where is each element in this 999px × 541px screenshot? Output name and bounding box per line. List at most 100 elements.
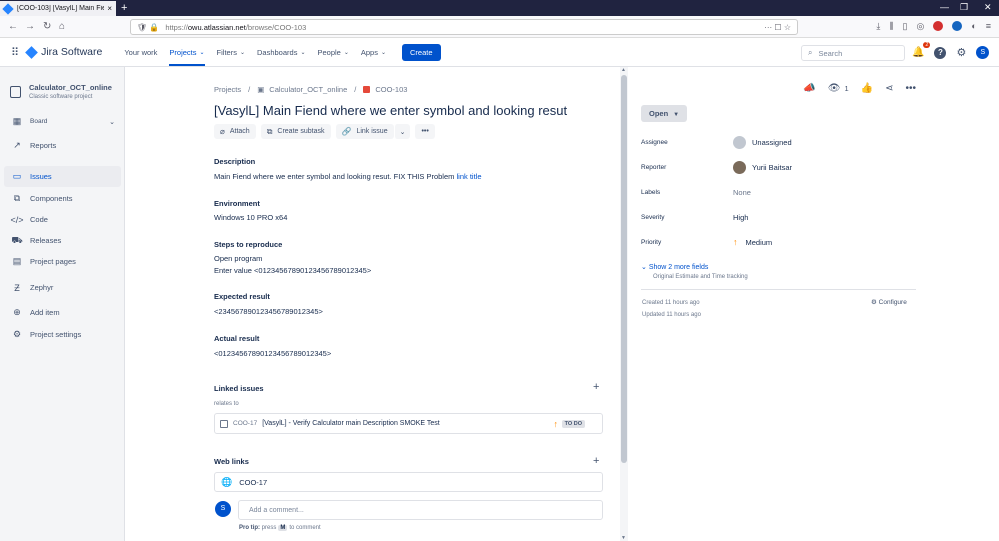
library-icon[interactable]: ⫼ xyxy=(889,21,893,32)
sidebar-item-releases[interactable]: ⛟ Releases xyxy=(4,230,121,251)
actual-text[interactable]: <01234567890123456789012345> xyxy=(214,347,331,360)
issue-title[interactable]: [VasylL] Main Fiend where we enter symbo… xyxy=(214,103,567,118)
create-button[interactable]: Create xyxy=(402,43,441,61)
app-switcher-icon[interactable]: ⠿ xyxy=(11,46,19,59)
scroll-down-icon[interactable]: ▼ xyxy=(621,535,626,541)
reload-icon[interactable]: ↻ xyxy=(43,21,51,32)
menu-projects[interactable]: Projects ⌄ xyxy=(163,38,210,67)
jira-favicon-icon xyxy=(2,2,14,15)
more-icon: ••• xyxy=(421,128,429,135)
menu-your-work[interactable]: Your work xyxy=(118,38,163,67)
configure-button[interactable]: ⚙ Configure xyxy=(871,298,907,306)
sidebar-item-add-item[interactable]: ⊕ Add item xyxy=(4,302,121,323)
menu-dashboards[interactable]: Dashboards ⌄ xyxy=(251,38,311,67)
project-header[interactable]: Calculator_OCT_online Classic software p… xyxy=(10,83,112,100)
menu-icon[interactable]: ≡ xyxy=(986,21,991,32)
maximize-icon[interactable]: ❐ xyxy=(960,2,968,13)
new-tab-icon[interactable]: + xyxy=(121,1,127,15)
expected-text[interactable]: <234567890123456789012345> xyxy=(214,305,323,318)
severity-field[interactable]: High xyxy=(733,213,748,222)
sidebar-item-board[interactable]: ▦ Board ⌄ xyxy=(4,111,121,132)
breadcrumb: Projects / ▣ Calculator_OCT_online / COO… xyxy=(214,85,408,94)
minimize-icon[interactable]: — xyxy=(940,2,949,12)
adblock-extension-icon[interactable] xyxy=(933,21,944,31)
chevron-down-icon[interactable]: ⌄ xyxy=(109,118,115,126)
home-icon[interactable]: ⌂ xyxy=(59,21,65,32)
sidebar-item-zephyr[interactable]: Ƶ Zephyr xyxy=(4,277,121,298)
share-icon[interactable]: ⋖ xyxy=(885,83,893,94)
gear-icon[interactable]: ⚙ xyxy=(956,46,966,59)
top-right-icons: 🔔 2 ? ⚙ S xyxy=(912,42,990,59)
search-icon: ⌕ xyxy=(808,48,813,57)
reporter-field[interactable]: Yurii Baitsar xyxy=(733,161,792,174)
user-avatar[interactable]: S xyxy=(976,46,990,59)
window-close-icon[interactable]: ✕ xyxy=(984,2,992,13)
linked-issue-row[interactable]: COO-17 [VasylL] - Verify Calculator main… xyxy=(214,413,603,434)
menu-filters[interactable]: Filters ⌄ xyxy=(211,38,251,67)
sidebar-toggle-icon[interactable]: ▯ xyxy=(902,21,907,32)
create-subtask-button[interactable]: ⧉ Create subtask xyxy=(260,124,331,139)
assignee-field[interactable]: Unassigned xyxy=(733,136,792,149)
comment-input[interactable]: Add a comment... xyxy=(238,500,603,520)
scroll-up-icon[interactable]: ▲ xyxy=(621,67,626,73)
environment-text[interactable]: Windows 10 PRO x64 xyxy=(214,211,287,224)
main-scrollbar[interactable]: ▲ ▼ xyxy=(620,67,628,541)
url-bar[interactable]: 🛡 🔒 https://owu.atlassian.net/browse/COO… xyxy=(130,19,798,35)
sidebar-item-project-settings[interactable]: ⚙ Project settings xyxy=(4,324,121,345)
shield-lock-icon[interactable]: 🛡 🔒 xyxy=(137,23,159,32)
breadcrumb-project[interactable]: Calculator_OCT_online xyxy=(269,85,347,94)
linked-issue-key[interactable]: COO-17 xyxy=(233,420,257,427)
description-text[interactable]: Main Fiend where we enter symbol and loo… xyxy=(214,170,482,183)
watch-eye-icon[interactable]: 👁 xyxy=(828,83,841,94)
menu-apps[interactable]: Apps ⌄ xyxy=(355,38,392,67)
forward-icon[interactable]: → xyxy=(25,21,35,32)
feedback-megaphone-icon[interactable]: 📣 xyxy=(803,83,815,94)
bookmark-star-icon[interactable]: ··· ☐ ☆ xyxy=(764,23,791,32)
close-icon[interactable]: × xyxy=(107,4,112,13)
web-link-text[interactable]: COO-17 xyxy=(239,478,267,487)
attach-button[interactable]: ⌀ Attach xyxy=(214,124,256,139)
actual-heading: Actual result xyxy=(214,334,260,343)
add-web-link-icon[interactable]: + xyxy=(593,455,599,467)
web-link-row[interactable]: 🌐 COO-17 xyxy=(214,472,603,492)
more-icon[interactable]: ••• xyxy=(905,83,916,94)
link-issue-button[interactable]: 🔗 Link issue xyxy=(335,124,394,139)
sidebar-item-issues[interactable]: ▭ Issues xyxy=(4,166,121,187)
linked-issue-summary[interactable]: [VasylL] - Verify Calculator main Descri… xyxy=(262,420,440,427)
sidebar-item-code[interactable]: </> Code xyxy=(4,209,121,230)
labels-field[interactable]: None xyxy=(733,188,751,197)
extension-blue-icon[interactable] xyxy=(952,21,963,31)
description-link[interactable]: link title xyxy=(456,172,481,181)
subtask-icon: ⧉ xyxy=(266,126,273,136)
help-icon[interactable]: ? xyxy=(934,46,947,59)
sidebar-item-reports[interactable]: ↗ Reports xyxy=(4,135,121,156)
jira-logo[interactable]: Jira Software xyxy=(25,45,102,59)
breadcrumb-issue[interactable]: COO-103 xyxy=(375,85,407,94)
breadcrumb-projects[interactable]: Projects xyxy=(214,85,241,94)
extension-icon[interactable]: ◎ xyxy=(916,21,924,32)
scrollbar-thumb[interactable] xyxy=(621,75,627,463)
settings-icon: ⚙ xyxy=(12,329,22,339)
extension-icon[interactable]: ◐ xyxy=(971,21,976,32)
status-dropdown[interactable]: Open ▼ xyxy=(641,105,688,122)
bug-icon xyxy=(363,86,371,93)
reporter-label: Reporter xyxy=(641,164,667,171)
show-more-fields-link[interactable]: ⌄ Show 2 more fields xyxy=(641,263,708,271)
sidebar-item-project-pages[interactable]: ▤ Project pages xyxy=(4,251,121,272)
notifications-icon[interactable]: 🔔 2 xyxy=(912,42,931,58)
environment-heading: Environment xyxy=(214,199,260,208)
pro-tip: Pro tip: press Mto comment xyxy=(239,525,321,531)
sidebar-item-components[interactable]: ⧉ Components xyxy=(4,188,121,209)
relates-to-label: relates to xyxy=(214,401,239,407)
search-input[interactable]: ⌕ Search xyxy=(801,45,905,61)
steps-line-2[interactable]: Enter value <01234567890123456789012345> xyxy=(214,264,371,277)
like-icon[interactable]: 👍 xyxy=(861,83,873,94)
add-linked-issue-icon[interactable]: + xyxy=(593,381,599,393)
download-icon[interactable]: ⤓ xyxy=(876,21,880,32)
more-actions-button[interactable]: ••• xyxy=(415,124,435,139)
link-dropdown-button[interactable]: ⌄ xyxy=(393,124,411,139)
menu-people[interactable]: People ⌄ xyxy=(311,38,354,67)
browser-tab[interactable]: [COO-103] [VasylL] Main Fiend × xyxy=(0,1,116,16)
priority-field[interactable]: ↑ Medium xyxy=(733,237,772,247)
back-icon[interactable]: ← xyxy=(8,21,18,32)
